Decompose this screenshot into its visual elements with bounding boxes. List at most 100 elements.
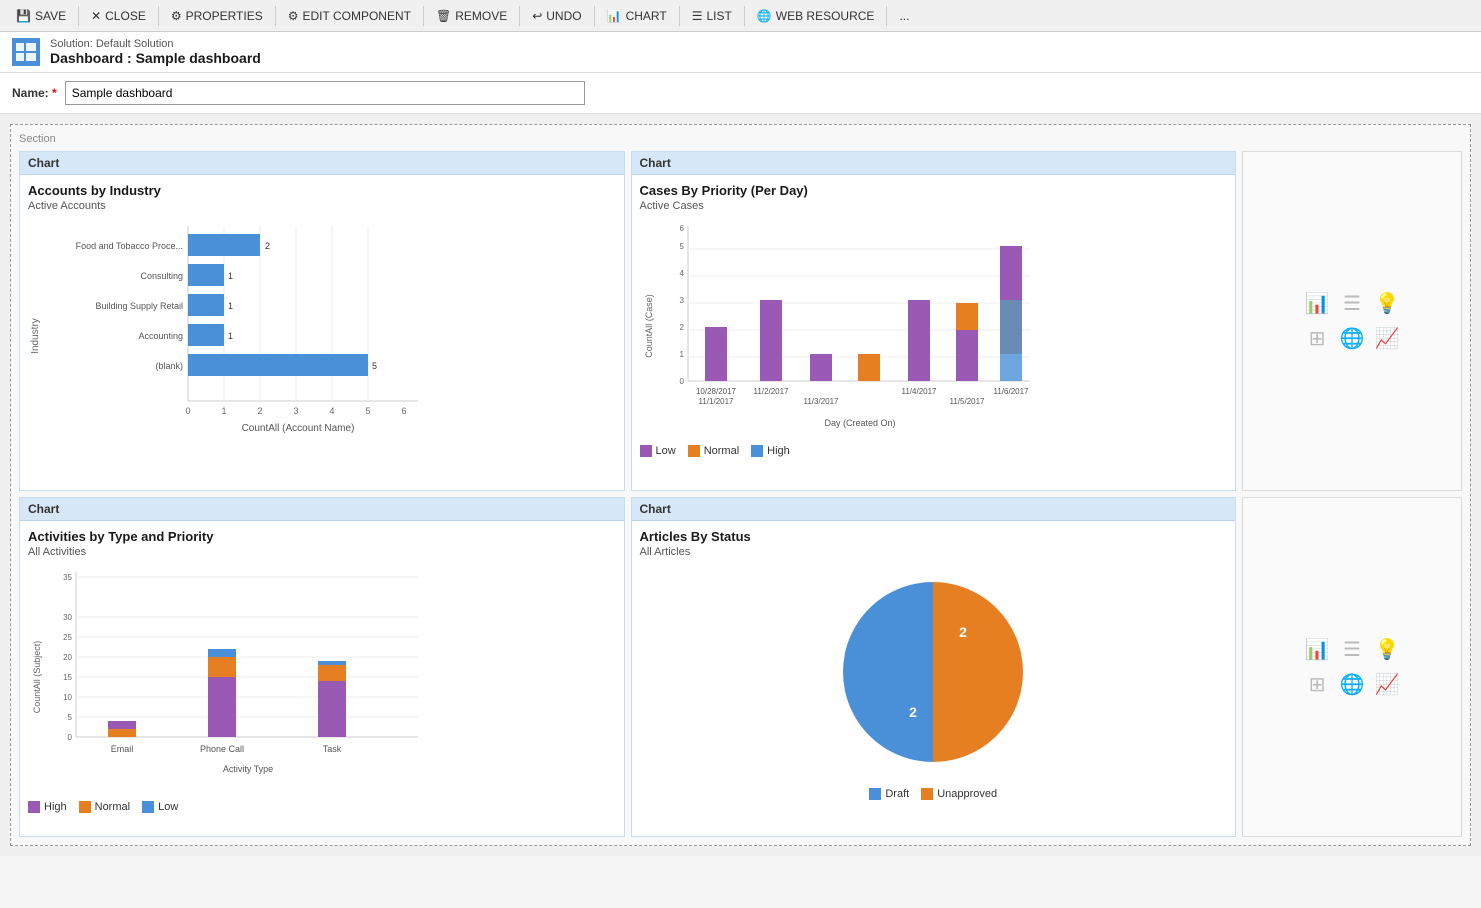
svg-text:Accounting: Accounting xyxy=(138,331,183,341)
normal-color xyxy=(688,445,700,457)
svg-text:35: 35 xyxy=(63,573,72,582)
dashboard-name-input[interactable] xyxy=(65,81,585,105)
separator xyxy=(158,6,159,26)
lightbulb-icon-empty2[interactable]: 💡 xyxy=(1374,637,1399,662)
empty-panel-top-right: 📊 ☰ 💡 ⊞ 🌐 📈 xyxy=(1242,151,1462,491)
separator xyxy=(423,6,424,26)
cases-chart-title: Cases By Priority (Per Day) xyxy=(640,183,1228,198)
close-button[interactable]: ✕ CLOSE xyxy=(83,6,154,26)
properties-button[interactable]: ⚙ PROPERTIES xyxy=(163,6,271,26)
close-icon: ✕ xyxy=(91,9,101,23)
svg-text:CountAll (Account Name): CountAll (Account Name) xyxy=(242,423,355,434)
svg-text:CountAll (Subject): CountAll (Subject) xyxy=(32,641,42,714)
list-button[interactable]: ☰ LIST xyxy=(684,6,740,26)
svg-text:(blank): (blank) xyxy=(155,361,183,371)
unapproved-label: Unapproved xyxy=(937,788,997,800)
chart-icon-empty2[interactable]: 📊 xyxy=(1305,637,1330,662)
list-icon-empty2[interactable]: ☰ xyxy=(1340,637,1365,662)
undo-button[interactable]: ↩ UNDO xyxy=(524,6,589,26)
section-wrapper: Section Chart Accounts by Industry Activ… xyxy=(10,124,1471,846)
draft-label: Draft xyxy=(885,788,909,800)
separator xyxy=(275,6,276,26)
svg-text:1: 1 xyxy=(679,350,684,359)
svg-text:3: 3 xyxy=(293,406,298,416)
remove-button[interactable]: 🗑 REMOVE xyxy=(428,6,515,26)
save-button[interactable]: 💾 SAVE xyxy=(8,6,74,26)
svg-text:11/4/2017: 11/4/2017 xyxy=(901,387,937,396)
page-title: Dashboard : Sample dashboard xyxy=(50,50,261,66)
svg-text:10: 10 xyxy=(63,693,72,702)
svg-text:CountAll (Case): CountAll (Case) xyxy=(644,294,654,358)
empty-panel-bottom-right: 📊 ☰ 💡 ⊞ 🌐 📈 xyxy=(1242,497,1462,837)
separator xyxy=(679,6,680,26)
svg-text:15: 15 xyxy=(63,673,72,682)
cases-chart-header: Chart xyxy=(632,152,1236,175)
svg-text:2: 2 xyxy=(265,241,270,251)
activities-chart-header: Chart xyxy=(20,498,624,521)
accounts-chart-header: Chart xyxy=(20,152,624,175)
svg-text:1: 1 xyxy=(221,406,226,416)
grid-icon-empty2[interactable]: ⊞ xyxy=(1305,672,1330,697)
legend-high-act: High xyxy=(28,801,67,813)
articles-chart-body: Articles By Status All Articles 2 2 xyxy=(632,521,1236,808)
chart-button[interactable]: 📊 CHART xyxy=(599,6,675,26)
list-icon: ☰ xyxy=(692,9,703,23)
gear-icon: ⚙ xyxy=(171,9,182,23)
chart-icon: 📊 xyxy=(607,9,622,23)
legend-low-act: Low xyxy=(142,801,178,813)
svg-text:Email: Email xyxy=(111,744,134,754)
grid-icon-empty[interactable]: ⊞ xyxy=(1305,326,1330,351)
svg-text:2: 2 xyxy=(679,323,684,332)
accounts-chart-title: Accounts by Industry xyxy=(28,183,616,198)
svg-text:6: 6 xyxy=(401,406,406,416)
list-icon-empty[interactable]: ☰ xyxy=(1340,291,1365,316)
articles-chart-title: Articles By Status xyxy=(640,529,1228,544)
edit-gear-icon: ⚙ xyxy=(288,9,299,23)
articles-legend: Draft Unapproved xyxy=(640,788,1228,800)
svg-text:11/5/2017: 11/5/2017 xyxy=(949,397,985,406)
high-color-act xyxy=(28,801,40,813)
low-label: Low xyxy=(656,445,676,457)
svg-text:1: 1 xyxy=(228,331,233,341)
svg-text:2: 2 xyxy=(909,704,917,720)
high-label: High xyxy=(767,445,790,457)
svg-text:2: 2 xyxy=(959,624,967,640)
high-act-label: High xyxy=(44,801,67,813)
required-indicator: * xyxy=(52,86,57,100)
cases-chart-subtitle: Active Cases xyxy=(640,200,1228,212)
chart-icon-empty[interactable]: 📊 xyxy=(1305,291,1330,316)
empty-panel-icons-top: 📊 ☰ 💡 ⊞ 🌐 📈 xyxy=(1305,291,1400,351)
name-label: Name: * xyxy=(12,86,59,100)
more-button[interactable]: ... xyxy=(891,6,917,26)
solution-label: Solution: Default Solution xyxy=(50,38,261,50)
trend-icon-empty[interactable]: 📈 xyxy=(1374,326,1399,351)
activities-chart-title: Activities by Type and Priority xyxy=(28,529,616,544)
accounts-chart-subtitle: Active Accounts xyxy=(28,200,616,212)
activities-bar-chart: CountAll (Subject) 0 5 10 15 20 25 30 35 xyxy=(28,562,428,792)
globe-icon-empty[interactable]: 🌐 xyxy=(1340,326,1365,351)
activities-legend: High Normal Low xyxy=(28,801,616,813)
svg-text:Industry: Industry xyxy=(30,318,41,354)
trend-icon-empty2[interactable]: 📈 xyxy=(1374,672,1399,697)
lightbulb-icon-empty[interactable]: 💡 xyxy=(1374,291,1399,316)
dashboard-grid: Chart Accounts by Industry Active Accoun… xyxy=(19,151,1462,837)
svg-text:11/2/2017: 11/2/2017 xyxy=(753,387,789,396)
svg-text:2: 2 xyxy=(257,406,262,416)
legend-normal: Normal xyxy=(688,445,739,457)
header-text-block: Solution: Default Solution Dashboard : S… xyxy=(50,38,261,66)
separator xyxy=(886,6,887,26)
svg-text:25: 25 xyxy=(63,633,72,642)
cases-legend: Low Normal High xyxy=(640,445,1228,457)
articles-chart-subtitle: All Articles xyxy=(640,546,1228,558)
svg-text:6: 6 xyxy=(679,224,684,233)
activities-chart-subtitle: All Activities xyxy=(28,546,616,558)
legend-normal-act: Normal xyxy=(79,801,130,813)
accounts-bar-chart: Industry 0 1 2 3 4 5 6 CountAll (Accoun xyxy=(28,216,428,446)
low-color-act xyxy=(142,801,154,813)
svg-text:0: 0 xyxy=(185,406,190,416)
globe-icon-empty2[interactable]: 🌐 xyxy=(1340,672,1365,697)
svg-text:5: 5 xyxy=(679,242,684,251)
edit-component-button[interactable]: ⚙ EDIT COMPONENT xyxy=(280,6,419,26)
separator xyxy=(519,6,520,26)
web-resource-button[interactable]: 🌐 WEB RESOURCE xyxy=(749,6,883,26)
